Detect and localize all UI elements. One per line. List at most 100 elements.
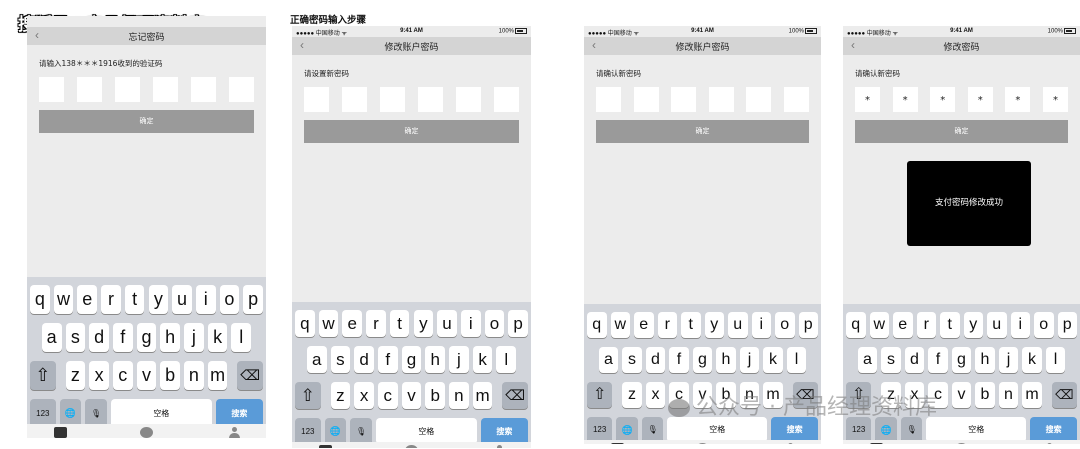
key[interactable]: l xyxy=(1045,347,1066,373)
globe-icon[interactable]: 🌐 xyxy=(324,418,347,445)
confirm-button[interactable]: 确定 xyxy=(304,120,519,143)
key[interactable]: a xyxy=(857,347,878,373)
key[interactable]: e xyxy=(893,312,913,338)
key[interactable]: w xyxy=(869,312,889,338)
tab-loan[interactable]: 借贷 xyxy=(942,440,982,444)
confirm-button[interactable]: 确定 xyxy=(596,120,809,143)
key[interactable]: m xyxy=(472,382,493,409)
key[interactable]: l xyxy=(786,347,807,373)
microphone-icon[interactable]: 🎙 xyxy=(350,418,372,445)
code-digit-box[interactable]: * xyxy=(892,87,918,112)
key[interactable]: y xyxy=(963,312,983,338)
key[interactable]: b xyxy=(425,382,446,409)
key[interactable]: s xyxy=(881,347,901,373)
key[interactable]: r xyxy=(916,312,936,338)
key[interactable]: d xyxy=(645,347,666,373)
code-digit-box[interactable] xyxy=(456,87,481,112)
tab-profile[interactable]: 我的 xyxy=(215,424,255,438)
key[interactable]: k xyxy=(207,323,228,352)
key[interactable]: s xyxy=(330,346,351,373)
code-digit-box[interactable]: * xyxy=(967,87,993,112)
key[interactable]: f xyxy=(112,323,133,352)
key[interactable]: c xyxy=(377,382,398,409)
key[interactable]: k xyxy=(472,346,493,373)
key[interactable]: p xyxy=(243,285,263,314)
numbers-key[interactable]: 123 xyxy=(295,418,321,445)
key[interactable]: q xyxy=(295,310,315,337)
key[interactable]: d xyxy=(904,347,925,373)
tab-wallet[interactable]: 钱包 xyxy=(856,440,896,444)
code-digit-box[interactable] xyxy=(418,87,443,112)
code-digit-box[interactable] xyxy=(39,77,64,102)
key[interactable]: i xyxy=(1010,312,1030,338)
key[interactable]: y xyxy=(704,312,724,338)
key[interactable]: q xyxy=(846,312,866,338)
key[interactable]: h xyxy=(160,323,181,352)
key[interactable]: c xyxy=(112,361,133,390)
tab-loan[interactable]: 借贷 xyxy=(392,442,432,448)
key[interactable]: o xyxy=(484,310,505,337)
key[interactable]: x xyxy=(645,382,666,408)
code-digit-box[interactable]: * xyxy=(930,87,956,112)
key[interactable]: y xyxy=(413,310,434,337)
key[interactable]: l xyxy=(231,323,252,352)
key[interactable]: f xyxy=(669,347,689,373)
key[interactable]: a xyxy=(41,323,62,352)
tab-profile[interactable]: 我的 xyxy=(770,440,810,444)
key[interactable]: g xyxy=(951,347,972,373)
code-digit-box[interactable]: * xyxy=(1005,87,1031,112)
key[interactable]: a xyxy=(306,346,327,373)
key[interactable]: j xyxy=(998,347,1019,373)
key[interactable]: g xyxy=(136,323,157,352)
key[interactable]: g xyxy=(401,346,422,373)
key[interactable]: v xyxy=(401,382,422,409)
code-digit-box[interactable] xyxy=(596,87,621,112)
key[interactable]: p xyxy=(1057,312,1077,338)
key[interactable]: m xyxy=(1022,382,1042,408)
shift-key[interactable]: ⇧ xyxy=(30,361,56,390)
key[interactable]: w xyxy=(318,310,339,337)
key[interactable]: z xyxy=(622,382,642,408)
key[interactable]: k xyxy=(1022,347,1042,373)
tab-profile[interactable]: 我的 xyxy=(480,442,520,448)
key[interactable]: w xyxy=(610,312,630,338)
key[interactable]: w xyxy=(53,285,74,314)
key[interactable]: v xyxy=(136,361,157,390)
tab-wallet[interactable]: 钱包 xyxy=(40,424,80,438)
key[interactable]: s xyxy=(622,347,642,373)
delete-key[interactable]: ⌫ xyxy=(237,361,263,390)
key[interactable]: i xyxy=(460,310,481,337)
key[interactable]: r xyxy=(101,285,121,314)
search-key[interactable]: 搜索 xyxy=(480,418,528,445)
code-digit-box[interactable]: * xyxy=(1042,87,1068,112)
key[interactable]: k xyxy=(763,347,783,373)
key[interactable]: j xyxy=(449,346,469,373)
key[interactable]: y xyxy=(148,285,169,314)
delete-key[interactable]: ⌫ xyxy=(1051,382,1077,408)
key[interactable]: a xyxy=(598,347,619,373)
key[interactable]: j xyxy=(739,347,760,373)
key[interactable]: u xyxy=(987,312,1007,338)
key[interactable]: f xyxy=(928,347,948,373)
key[interactable]: e xyxy=(634,312,654,338)
code-digit-box[interactable] xyxy=(494,87,519,112)
key[interactable]: p xyxy=(508,310,528,337)
key[interactable]: h xyxy=(716,347,736,373)
key[interactable]: t xyxy=(940,312,960,338)
code-digit-box[interactable] xyxy=(115,77,140,102)
key[interactable]: n xyxy=(998,382,1019,408)
shift-key[interactable]: ⇧ xyxy=(295,382,321,409)
key[interactable]: t xyxy=(124,285,145,314)
key[interactable]: e xyxy=(342,310,363,337)
confirm-button[interactable]: 确定 xyxy=(39,110,254,133)
key[interactable]: u xyxy=(437,310,457,337)
key[interactable]: q xyxy=(587,312,607,338)
key[interactable]: p xyxy=(798,312,818,338)
tab-profile[interactable]: 我的 xyxy=(1029,440,1069,444)
code-input-group[interactable] xyxy=(596,87,809,112)
tab-wallet[interactable]: 钱包 xyxy=(597,440,637,444)
tab-loan[interactable]: 借贷 xyxy=(683,440,723,444)
code-digit-box[interactable] xyxy=(746,87,772,112)
key[interactable]: r xyxy=(366,310,386,337)
key[interactable]: z xyxy=(65,361,86,390)
